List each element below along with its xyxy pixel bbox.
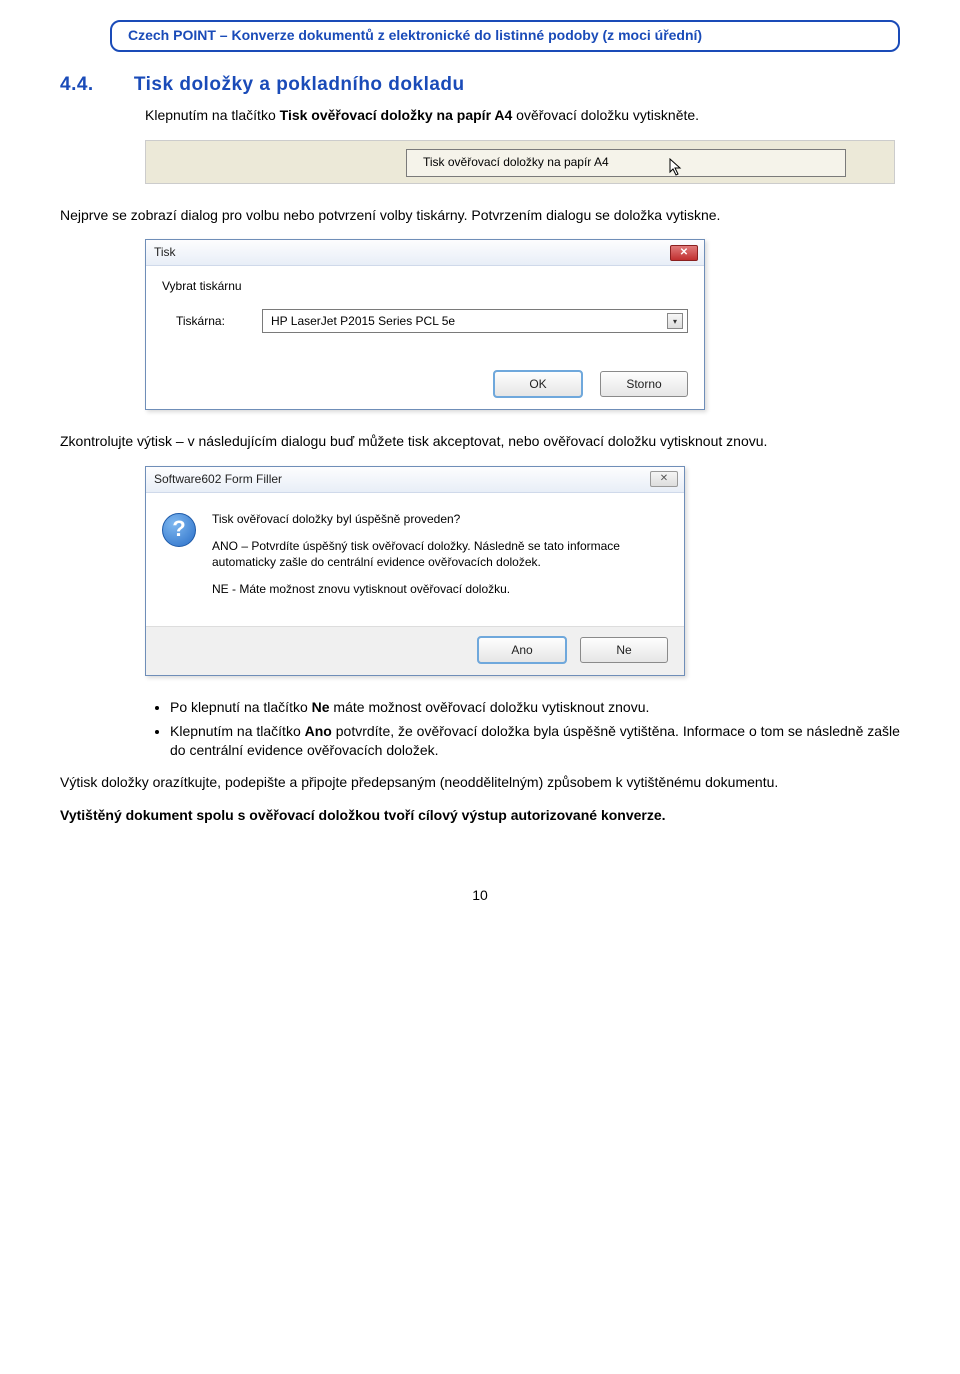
printer-selected-value: HP LaserJet P2015 Series PCL 5e (271, 313, 455, 330)
figure-print-dialog: Tisk ✕ Vybrat tiskárnu Tiskárna: HP Lase… (145, 239, 705, 410)
dialog-title: Tisk (154, 244, 176, 261)
cursor-icon (669, 158, 685, 178)
paragraph-5: Vytištěný dokument spolu s ověřovací dol… (60, 806, 900, 826)
list-item: Po klepnutí na tlačítko Ne máte možnost … (170, 698, 900, 718)
close-button[interactable]: ✕ (670, 245, 698, 261)
close-button[interactable]: ✕ (650, 471, 678, 487)
paragraph-intro: Klepnutím na tlačítko Tisk ověřovací dol… (145, 106, 900, 126)
message-text: Tisk ověřovací doložky byl úspěšně prove… (212, 511, 664, 608)
ok-button[interactable]: OK (494, 371, 582, 397)
print-button[interactable]: Tisk ověřovací doložky na papír A4 (406, 149, 846, 177)
chevron-down-icon: ▾ (667, 313, 683, 329)
cancel-button[interactable]: Storno (600, 371, 688, 397)
no-button[interactable]: Ne (580, 637, 668, 663)
dialog-title: Software602 Form Filler (154, 471, 282, 488)
page-header: Czech POINT – Konverze dokumentů z elekt… (110, 20, 900, 52)
paragraph-3: Zkontrolujte výtisk – v následujícím dia… (60, 432, 900, 452)
paragraph-2: Nejprve se zobrazí dialog pro volbu nebo… (60, 206, 900, 226)
paragraph-4: Výtisk doložky orazítkujte, podepište a … (60, 773, 900, 793)
question-icon: ? (162, 513, 196, 547)
list-item: Klepnutím na tlačítko Ano potvrdíte, že … (170, 722, 900, 761)
yes-button[interactable]: Ano (478, 637, 566, 663)
printer-dropdown[interactable]: HP LaserJet P2015 Series PCL 5e ▾ (262, 309, 688, 333)
bullet-list: Po klepnutí na tlačítko Ne máte možnost … (170, 698, 900, 761)
section-title: Tisk doložky a pokladního dokladu (134, 72, 465, 99)
close-icon: ✕ (660, 472, 668, 486)
figure-message-dialog: Software602 Form Filler ✕ ? Tisk ověřova… (145, 466, 685, 676)
page-number: 10 (60, 886, 900, 906)
close-icon: ✕ (680, 246, 688, 260)
section-number: 4.4. (60, 72, 130, 99)
group-label: Vybrat tiskárnu (162, 278, 262, 295)
printer-field-label: Tiskárna: (162, 313, 262, 330)
print-button-label: Tisk ověřovací doložky na papír A4 (423, 154, 609, 171)
figure-print-button-bar: Tisk ověřovací doložky na papír A4 (145, 140, 895, 184)
